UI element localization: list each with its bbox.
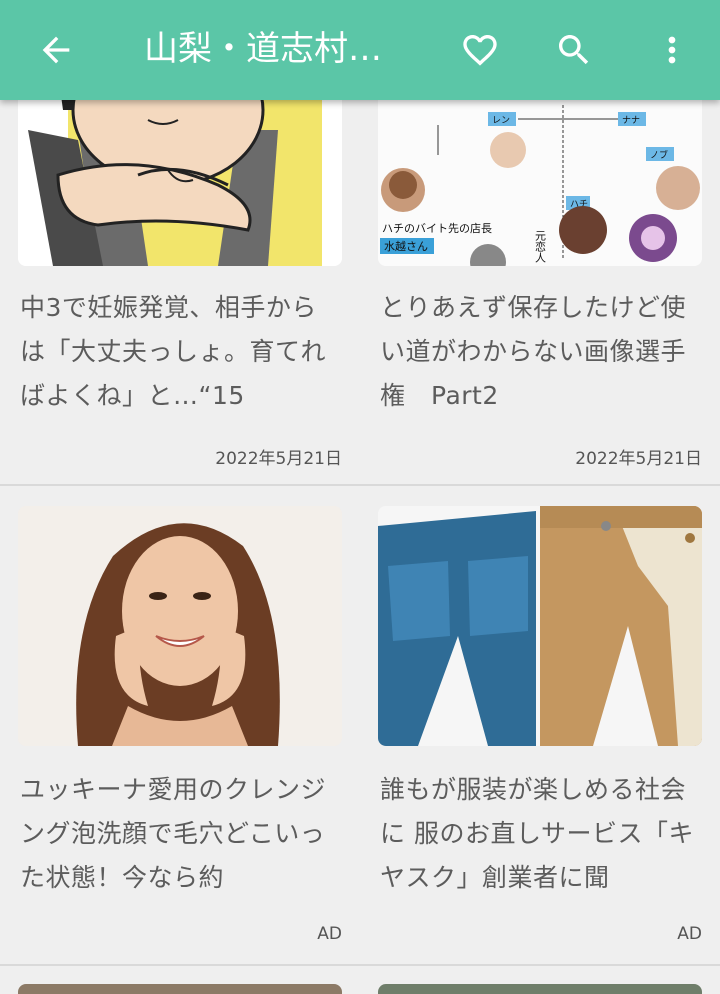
smiling-woman-image <box>18 506 342 746</box>
ad-label: AD <box>317 924 342 944</box>
ad-label: AD <box>677 924 702 944</box>
ad-thumbnail[interactable] <box>18 506 342 746</box>
search-icon <box>559 35 589 65</box>
chart-caption: ハチのバイト先の店長 <box>382 221 492 235</box>
article-date: 2022年5月21日 <box>215 449 342 469</box>
chart-name-tag: 水越さん <box>384 239 428 253</box>
article-date: 2022年5月21日 <box>575 449 702 469</box>
pants-image <box>378 506 702 746</box>
row-divider <box>0 484 720 486</box>
more-vert-icon <box>668 36 676 64</box>
search-button[interactable] <box>546 22 602 78</box>
article-title[interactable]: 中3で妊娠発覚、相手からは「大丈夫っしょ。育てればよくね」と…“15 <box>20 286 342 418</box>
chart-node-label: レン <box>492 116 510 126</box>
ad-title[interactable]: ユッキーナ愛用のクレンジング泡洗顔で毛穴どこいった状態！今なら約 <box>20 768 342 900</box>
ad-card[interactable]: 誰もが服装が楽しめる社会に 服のお直しサービス「キヤスク」創業者に聞 AD <box>378 506 702 966</box>
more-options-button[interactable] <box>644 22 700 78</box>
ad-card[interactable]: ユッキーナ愛用のクレンジング泡洗顔で毛穴どこいった状態！今なら約 AD <box>18 506 342 966</box>
back-button[interactable] <box>28 22 84 78</box>
app-bar: 山梨・道志村… <box>0 0 720 100</box>
next-row-thumbnail[interactable] <box>18 984 342 994</box>
row-divider <box>0 964 720 966</box>
chart-node-label: ノブ <box>650 149 668 161</box>
heart-outline-icon <box>463 35 497 66</box>
next-row-thumbnail[interactable] <box>378 984 702 994</box>
ad-title[interactable]: 誰もが服装が楽しめる社会に 服のお直しサービス「キヤスク」創業者に聞 <box>380 768 702 900</box>
arrow-back-icon <box>42 36 70 64</box>
chart-caption: 元恋人 <box>534 230 547 263</box>
page-title: 山梨・道志村… <box>144 29 382 69</box>
favorite-button[interactable] <box>452 22 508 78</box>
chart-node-label: ナナ <box>622 115 640 126</box>
article-title[interactable]: とりあえず保存したけど使い道がわからない画像選手権 Part2 <box>380 286 702 418</box>
ad-thumbnail[interactable] <box>378 506 702 746</box>
